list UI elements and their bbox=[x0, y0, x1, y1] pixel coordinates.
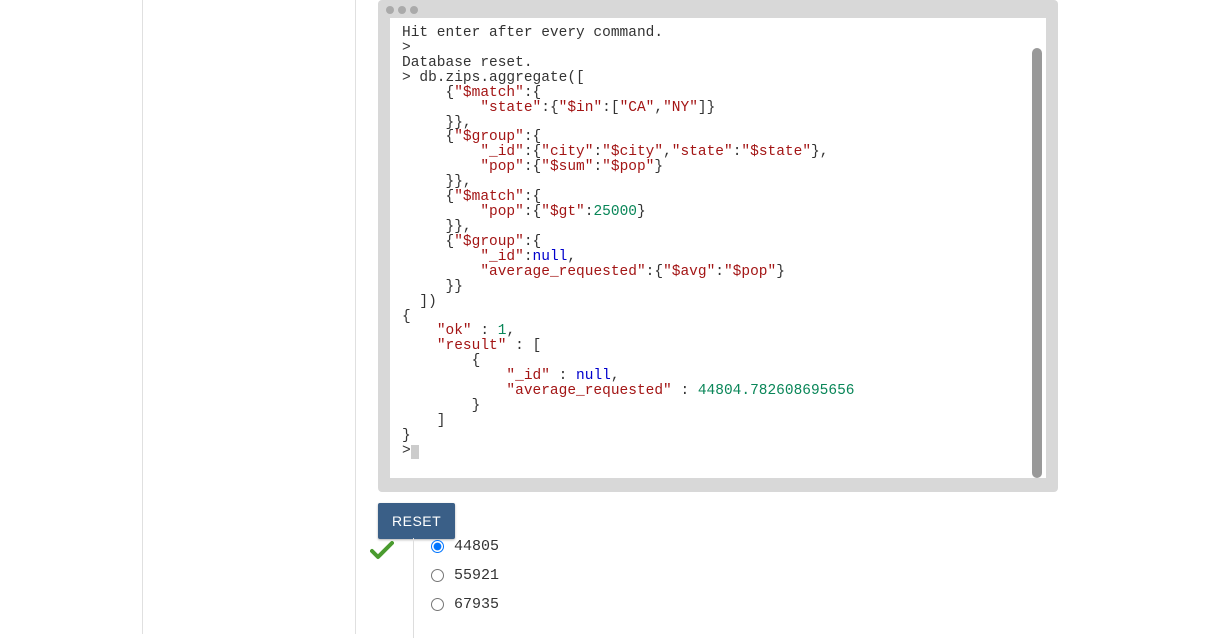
cmd-head: db.zips.aggregate([ bbox=[419, 70, 584, 86]
k-in: "$in" bbox=[559, 100, 603, 116]
k-sum: "$sum" bbox=[541, 159, 593, 175]
terminal-body[interactable]: Hit enter after every command. > Databas… bbox=[390, 18, 1046, 478]
prompt: > bbox=[402, 40, 411, 56]
v-null1: null bbox=[533, 249, 568, 265]
answers-list: 44805 55921 67935 bbox=[413, 538, 499, 625]
v-ca: "CA" bbox=[620, 100, 655, 116]
cursor bbox=[411, 445, 419, 459]
dot-max bbox=[410, 6, 418, 14]
k-ok: "ok" bbox=[437, 323, 472, 339]
op-match2: "$match" bbox=[454, 189, 524, 205]
radio-55921[interactable] bbox=[431, 569, 444, 582]
radio-67935[interactable] bbox=[431, 598, 444, 611]
k-id2: "_id" bbox=[480, 249, 524, 265]
radio-44805[interactable] bbox=[431, 540, 444, 553]
k-avg: "$avg" bbox=[663, 264, 715, 280]
intro-line: Hit enter after every command. bbox=[402, 25, 663, 41]
dot-min bbox=[398, 6, 406, 14]
op-group1: "$group" bbox=[454, 129, 524, 145]
k-avgres: "average_requested" bbox=[506, 383, 671, 399]
k-id3: "_id" bbox=[506, 368, 550, 384]
v-null2: null bbox=[576, 368, 611, 384]
answer-option[interactable]: 67935 bbox=[413, 596, 499, 613]
v-avgres: 44804.782608695656 bbox=[698, 383, 855, 399]
v-pop2: "$pop" bbox=[724, 264, 776, 280]
v-ny: "NY" bbox=[663, 100, 698, 116]
v-state: "$state" bbox=[741, 144, 811, 160]
dot-close bbox=[386, 6, 394, 14]
op-group2: "$group" bbox=[454, 234, 524, 250]
v-ok: 1 bbox=[498, 323, 507, 339]
op-match1: "$match" bbox=[454, 85, 524, 101]
divider-content bbox=[355, 0, 356, 634]
answer-label: 55921 bbox=[454, 567, 499, 584]
k-state2: "state" bbox=[672, 144, 733, 160]
answer-option[interactable]: 55921 bbox=[413, 567, 499, 584]
answer-option[interactable]: 44805 bbox=[413, 538, 499, 555]
reset-button[interactable]: RESET bbox=[378, 503, 455, 539]
k-pop2: "pop" bbox=[480, 204, 524, 220]
k-state: "state" bbox=[480, 100, 541, 116]
check-icon bbox=[370, 541, 394, 561]
answer-label: 67935 bbox=[454, 596, 499, 613]
v-pop1: "$pop" bbox=[602, 159, 654, 175]
k-result: "result" bbox=[437, 338, 507, 354]
k-id1: "_id" bbox=[480, 144, 524, 160]
k-city: "city" bbox=[541, 144, 593, 160]
divider-left bbox=[142, 0, 143, 634]
k-gt: "$gt" bbox=[541, 204, 585, 220]
reset-line: Database reset. bbox=[402, 55, 533, 71]
terminal-code: Hit enter after every command. > Databas… bbox=[402, 26, 1034, 459]
k-avgreq: "average_requested" bbox=[480, 264, 645, 280]
cmd-prefix: > bbox=[402, 70, 419, 86]
k-pop1: "pop" bbox=[480, 159, 524, 175]
v-city: "$city" bbox=[602, 144, 663, 160]
terminal-window: Hit enter after every command. > Databas… bbox=[378, 0, 1058, 492]
scrollbar[interactable] bbox=[1032, 48, 1042, 478]
answer-label: 44805 bbox=[454, 538, 499, 555]
v-25000: 25000 bbox=[593, 204, 637, 220]
window-dots bbox=[378, 2, 1058, 18]
